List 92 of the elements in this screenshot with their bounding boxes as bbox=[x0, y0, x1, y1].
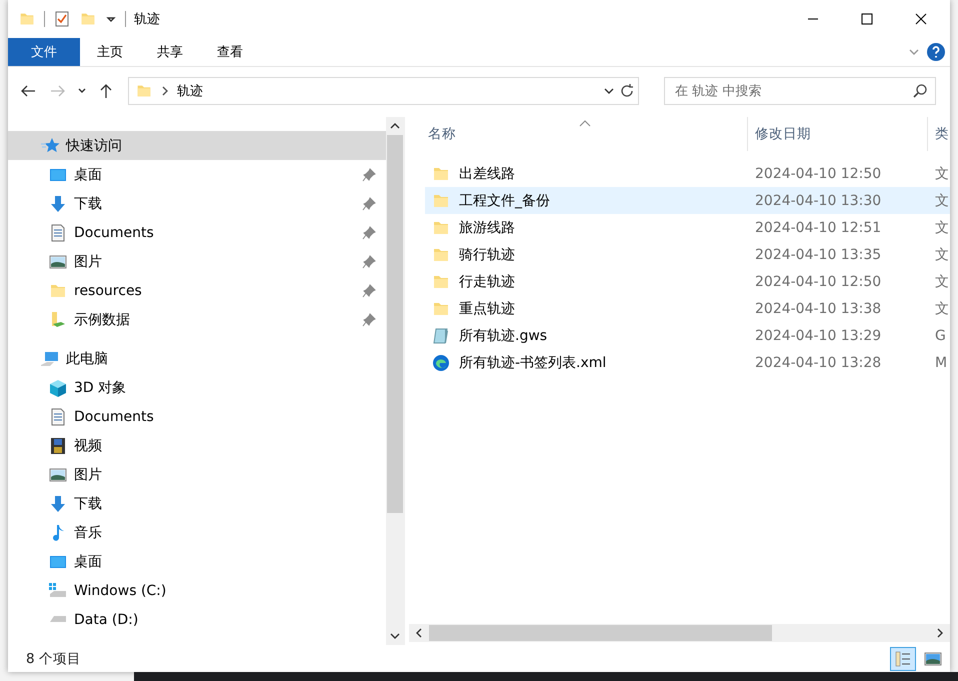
file-name: 重点轨迹 bbox=[459, 300, 515, 318]
ribbon-tab[interactable]: 共享 bbox=[140, 38, 200, 66]
nav-item[interactable]: 桌面 bbox=[8, 160, 386, 189]
nav-item[interactable]: 此电脑 bbox=[8, 344, 386, 373]
nav-item[interactable]: 示例数据 bbox=[8, 305, 386, 334]
pin-icon bbox=[362, 168, 376, 182]
picture-icon bbox=[924, 650, 942, 666]
modified-date: 2024-04-10 12:51 bbox=[754, 220, 882, 236]
file-row[interactable]: 出差线路 2024-04-10 12:50 文 bbox=[425, 160, 950, 187]
file-name: 工程文件_备份 bbox=[459, 192, 550, 210]
film-icon bbox=[48, 436, 68, 456]
forward-arrow-icon bbox=[50, 83, 66, 99]
file-name: 骑行轨迹 bbox=[459, 246, 515, 264]
help-icon[interactable] bbox=[926, 42, 946, 62]
nav-item[interactable]: resources bbox=[8, 276, 386, 305]
modified-date: 2024-04-10 12:50 bbox=[754, 166, 882, 182]
table-cell: G bbox=[935, 328, 946, 344]
window-title: 轨迹 bbox=[134, 11, 161, 28]
up-arrow-icon bbox=[98, 83, 114, 99]
address-bar[interactable]: 轨迹 bbox=[128, 77, 616, 105]
column-header[interactable]: 修改日期 bbox=[748, 117, 928, 151]
download-icon bbox=[48, 194, 68, 214]
file-row[interactable]: 骑行轨迹 2024-04-10 13:35 文 bbox=[425, 241, 950, 268]
file-name: 所有轨迹.gws bbox=[459, 326, 548, 344]
modified-date: 2024-04-10 13:29 bbox=[754, 328, 882, 344]
table-cell: 文 bbox=[935, 192, 949, 210]
nav-item[interactable]: 图片 bbox=[8, 247, 386, 276]
nav-item[interactable]: 视频 bbox=[8, 431, 386, 460]
file-name: 旅游线路 bbox=[459, 218, 515, 236]
file-row[interactable]: 行走轨迹 2024-04-10 12:50 文 bbox=[425, 268, 950, 295]
download-icon bbox=[48, 494, 68, 514]
checkmark-icon[interactable] bbox=[53, 10, 71, 28]
file-row[interactable]: 工程文件_备份 2024-04-10 13:30 文 bbox=[425, 187, 950, 214]
table-cell: 文 bbox=[935, 218, 949, 236]
pin-icon bbox=[362, 226, 376, 240]
modified-date: 2024-04-10 13:35 bbox=[754, 246, 882, 262]
pin-icon bbox=[362, 312, 376, 326]
modified-date: 2024-04-10 13:38 bbox=[754, 300, 882, 316]
nav-item[interactable]: Documents bbox=[8, 402, 386, 431]
back-arrow-icon bbox=[20, 83, 36, 99]
file-name: 行走轨迹 bbox=[459, 272, 515, 290]
scrollbar-thumb[interactable] bbox=[429, 625, 772, 641]
file-name: 出差线路 bbox=[459, 164, 515, 182]
item-count: 8 个项目 bbox=[26, 650, 82, 668]
table-cell: 文 bbox=[935, 272, 949, 290]
column-header[interactable]: 类 bbox=[928, 117, 950, 151]
nav-item[interactable]: 3D 对象 bbox=[8, 373, 386, 402]
pin-icon bbox=[362, 284, 376, 298]
table-cell: 文 bbox=[935, 246, 949, 264]
pin-icon bbox=[362, 196, 376, 210]
nav-item[interactable]: Documents bbox=[8, 218, 386, 247]
pin-icon bbox=[362, 254, 376, 268]
close-icon bbox=[915, 13, 927, 25]
nav-item[interactable]: 图片 bbox=[8, 460, 386, 489]
search-icon bbox=[912, 83, 928, 99]
sort-ascending-icon bbox=[579, 119, 591, 127]
nav-item[interactable]: 桌面 bbox=[8, 547, 386, 576]
modified-date: 2024-04-10 13:30 bbox=[754, 192, 882, 208]
modified-date: 2024-04-10 12:50 bbox=[754, 274, 882, 290]
file-menu-button[interactable]: 文件 bbox=[8, 38, 80, 66]
nav-item[interactable]: 下载 bbox=[8, 189, 386, 218]
nav-item[interactable]: 下载 bbox=[8, 489, 386, 518]
file-name: 所有轨迹-书签列表.xml bbox=[459, 354, 606, 372]
refresh-button[interactable] bbox=[615, 77, 639, 105]
file-row[interactable]: 旅游线路 2024-04-10 12:51 文 bbox=[425, 214, 950, 241]
details-list-icon bbox=[894, 650, 912, 668]
nav-item[interactable]: 快速访问 bbox=[8, 131, 386, 160]
browser-file-icon bbox=[431, 352, 451, 372]
search-field[interactable]: 在 轨迹 中搜索 bbox=[664, 77, 936, 105]
cube-icon bbox=[48, 378, 68, 398]
details-view-button[interactable] bbox=[890, 646, 916, 670]
maximize-icon bbox=[861, 13, 873, 25]
vertical-scrollbar[interactable] bbox=[386, 117, 404, 645]
nav-item[interactable]: Data (D:) bbox=[8, 605, 386, 634]
horizontal-scrollbar[interactable] bbox=[409, 624, 950, 642]
file-row[interactable]: 重点轨迹 2024-04-10 13:38 文 bbox=[425, 295, 950, 322]
nav-item[interactable]: Windows (C:) bbox=[8, 576, 386, 605]
table-cell: 文 bbox=[935, 300, 949, 318]
modified-date: 2024-04-10 13:28 bbox=[754, 354, 882, 370]
refresh-icon bbox=[618, 83, 634, 99]
table-cell: 文 bbox=[935, 164, 949, 182]
nav-item[interactable]: 音乐 bbox=[8, 518, 386, 547]
path-segment[interactable]: 轨迹 bbox=[177, 82, 597, 100]
file-row[interactable]: 所有轨迹.gws 2024-04-10 13:29 G bbox=[425, 322, 950, 349]
file-row[interactable]: 所有轨迹-书签列表.xml 2024-04-10 13:28 M bbox=[425, 349, 950, 376]
file-icon bbox=[431, 326, 451, 346]
ribbon-tab[interactable]: 主页 bbox=[80, 38, 140, 66]
table-cell: M bbox=[935, 354, 948, 370]
drive-icon bbox=[48, 616, 68, 623]
column-header[interactable]: 名称 bbox=[421, 117, 748, 151]
scrollbar-thumb[interactable] bbox=[387, 135, 403, 513]
ribbon-tab[interactable]: 查看 bbox=[200, 38, 260, 66]
